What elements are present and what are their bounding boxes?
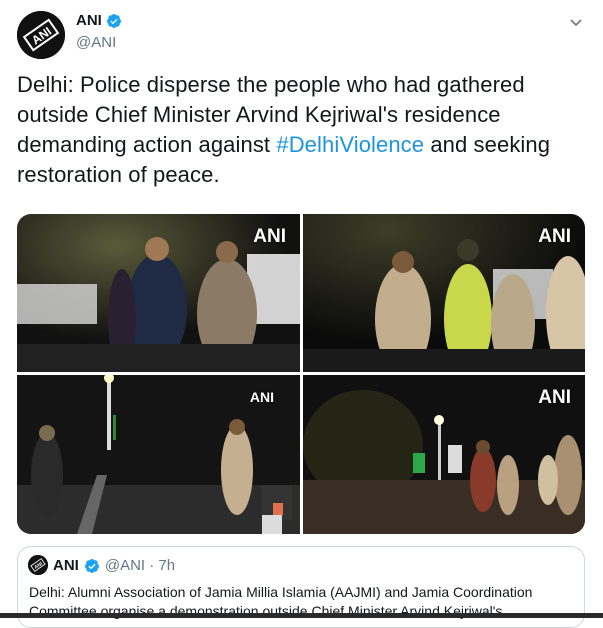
- author-handle[interactable]: @ANI: [76, 34, 122, 51]
- quoted-avatar: ANI: [28, 555, 48, 575]
- tweet: ANI ANI @ANI Delhi: Police disperse the …: [0, 0, 603, 628]
- quoted-display-name: ANI: [53, 556, 79, 574]
- watermark: ANI: [253, 226, 286, 247]
- watermark: ANI: [249, 389, 274, 405]
- watermark: ANI: [538, 387, 571, 408]
- watermark: ANI: [538, 226, 571, 247]
- quoted-tweet-header: ANI ANI @ANI · 7h: [28, 555, 175, 575]
- hashtag-link[interactable]: #DelhiViolence: [276, 132, 424, 157]
- verified-icon: [84, 556, 100, 573]
- author-name-block: ANI @ANI: [76, 12, 122, 51]
- photo-2[interactable]: ANI: [303, 214, 585, 372]
- photo-4[interactable]: ANI: [303, 375, 585, 534]
- bottom-divider: [0, 613, 603, 618]
- tweet-text: Delhi: Police disperse the people who ha…: [17, 70, 587, 190]
- quoted-handle-time: @ANI · 7h: [104, 556, 176, 574]
- verified-icon: [106, 12, 122, 29]
- author-display-name-row[interactable]: ANI: [76, 12, 122, 29]
- media-grid: ANI ANI ANI ANI: [17, 214, 585, 534]
- ani-logo-icon: ANI: [28, 555, 48, 575]
- photo-1[interactable]: ANI: [17, 214, 300, 372]
- photo-3[interactable]: ANI: [17, 375, 300, 534]
- author-avatar[interactable]: ANI: [17, 11, 65, 59]
- author-display-name[interactable]: ANI: [76, 12, 102, 29]
- ani-logo-icon: ANI: [17, 11, 65, 59]
- chevron-down-icon[interactable]: [568, 14, 584, 30]
